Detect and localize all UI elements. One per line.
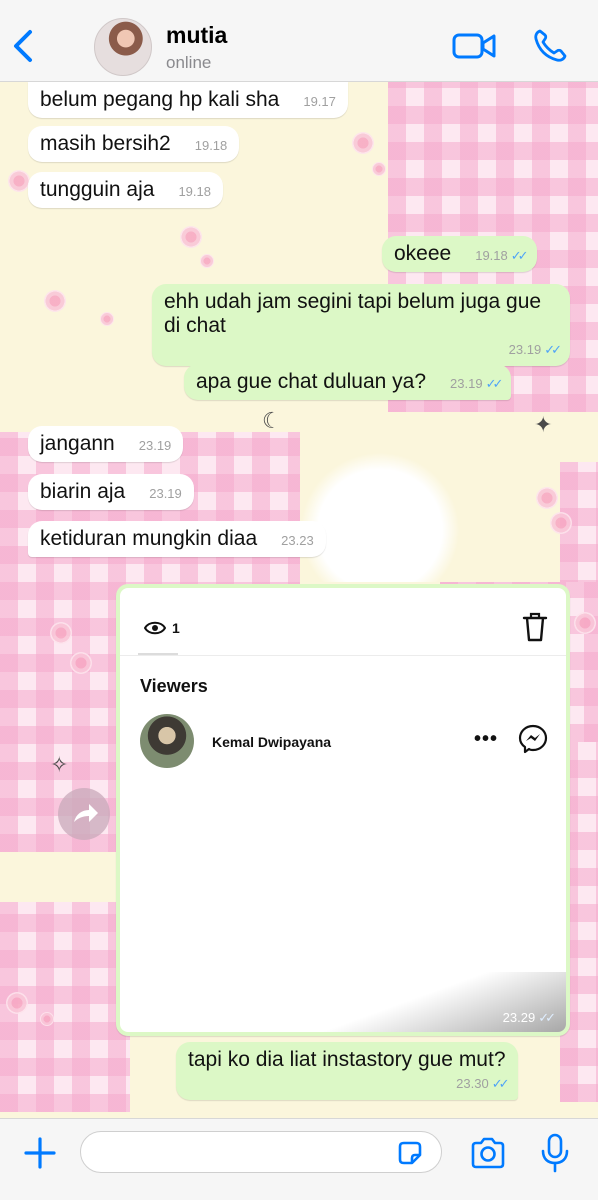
message-bubble-incoming[interactable]: belum pegang hp kali sha 19.17	[28, 82, 348, 118]
view-count: 1	[172, 620, 180, 636]
sticker-icon[interactable]	[396, 1139, 424, 1167]
message-time: 23.30	[456, 1076, 489, 1091]
message-time: 23.19	[508, 342, 542, 357]
chevron-left-icon[interactable]	[10, 28, 38, 64]
message-bubble-outgoing[interactable]: tapi ko dia liat instastory gue mut? 23.…	[176, 1042, 518, 1100]
contact-status: online	[166, 53, 212, 72]
sparkle-decoration: ✧	[50, 752, 69, 777]
rose-decoration	[372, 162, 386, 176]
rose-decoration	[574, 612, 596, 634]
message-text: tapi ko dia liat instastory gue mut?	[188, 1048, 506, 1071]
message-text: biarin aja	[40, 480, 126, 503]
message-time: 19.18	[194, 138, 228, 153]
bunny-illustration	[300, 452, 460, 582]
message-text: masih bersih2	[40, 132, 171, 155]
rose-decoration	[40, 1012, 54, 1026]
rose-decoration	[352, 132, 374, 154]
message-text: tungguin aja	[40, 178, 155, 201]
message-text: ehh udah jam segini tapi belum juga gue …	[164, 290, 542, 337]
message-bubble-incoming[interactable]: tungguin aja 19.18	[28, 172, 223, 208]
message-time: 23.19	[149, 486, 182, 501]
message-bubble-incoming[interactable]: masih bersih2 19.18	[28, 126, 240, 162]
message-text: jangann	[40, 432, 115, 455]
forward-button[interactable]	[58, 788, 110, 840]
message-text: belum pegang hp kali sha	[40, 88, 280, 111]
contact-avatar[interactable]	[94, 18, 152, 76]
video-call-icon[interactable]	[452, 30, 496, 62]
sparkle-decoration: ☾	[262, 408, 282, 433]
rose-decoration	[50, 622, 72, 644]
microphone-icon[interactable]	[540, 1133, 570, 1173]
contact-name[interactable]: mutia	[166, 22, 227, 49]
message-time: 19.18	[475, 248, 508, 263]
message-time: 23.19	[450, 376, 483, 391]
messenger-icon	[518, 724, 548, 754]
message-time: 19.17	[303, 94, 336, 109]
rose-decoration	[536, 487, 558, 509]
more-icon: •••	[474, 728, 499, 750]
rose-decoration	[70, 652, 92, 674]
eye-icon	[144, 621, 166, 635]
message-text: ketiduran mungkin diaa	[40, 527, 258, 550]
read-receipt-icon: ✓✓	[510, 248, 529, 263]
message-bubble-outgoing[interactable]: okeee 19.18 ✓✓	[382, 236, 537, 272]
divider	[120, 655, 566, 656]
message-input[interactable]	[80, 1131, 442, 1173]
phone-call-icon[interactable]	[532, 28, 568, 64]
rose-decoration	[550, 512, 572, 534]
message-time: 19.18	[178, 184, 211, 199]
read-receipt-icon: ✓✓	[485, 376, 504, 391]
message-bubble-incoming[interactable]: biarin aja 23.19	[28, 474, 194, 510]
viewer-name: Kemal Dwipayana	[212, 734, 332, 750]
message-bubble-incoming[interactable]: ketiduran mungkin diaa 23.23	[28, 521, 326, 557]
message-time: 23.29 ✓✓	[502, 1010, 556, 1026]
image-shade	[120, 972, 566, 1032]
rose-decoration	[200, 254, 214, 268]
viewer-avatar	[140, 714, 194, 768]
plus-icon[interactable]	[22, 1135, 58, 1171]
rose-decoration	[8, 170, 30, 192]
message-text: apa gue chat duluan ya?	[196, 370, 427, 393]
viewers-heading: Viewers	[140, 676, 208, 696]
read-receipt-icon: ✓✓	[538, 1010, 556, 1025]
message-time: 23.19	[138, 438, 172, 453]
chat-header: mutia online	[0, 0, 598, 82]
composer-bar	[0, 1118, 598, 1200]
forward-icon	[74, 804, 98, 822]
sparkle-decoration: ✦	[534, 412, 553, 437]
read-receipt-icon: ✓✓	[544, 342, 562, 357]
message-bubble-incoming[interactable]: jangann 23.19	[28, 426, 184, 462]
read-receipt-icon: ✓✓	[491, 1076, 510, 1091]
message-bubble-outgoing[interactable]: apa gue chat duluan ya? 23.19 ✓✓	[184, 364, 512, 400]
image-message-outgoing[interactable]: 1 Viewers Kemal Dwipayana ••• 23.29 ✓✓	[116, 584, 570, 1036]
rose-decoration	[44, 290, 66, 312]
rose-decoration	[180, 226, 202, 248]
instagram-viewers-screenshot[interactable]: 1 Viewers Kemal Dwipayana ••• 23.29 ✓✓	[120, 588, 566, 1032]
message-time: 23.23	[281, 533, 314, 548]
rose-decoration	[100, 312, 114, 326]
rose-decoration	[6, 992, 28, 1014]
camera-icon[interactable]	[470, 1137, 506, 1169]
message-time-text: 23.29	[502, 1010, 536, 1025]
message-bubble-outgoing[interactable]: ehh udah jam segini tapi belum juga gue …	[152, 284, 570, 366]
trash-icon	[522, 612, 548, 642]
message-text: okeee	[394, 242, 452, 265]
